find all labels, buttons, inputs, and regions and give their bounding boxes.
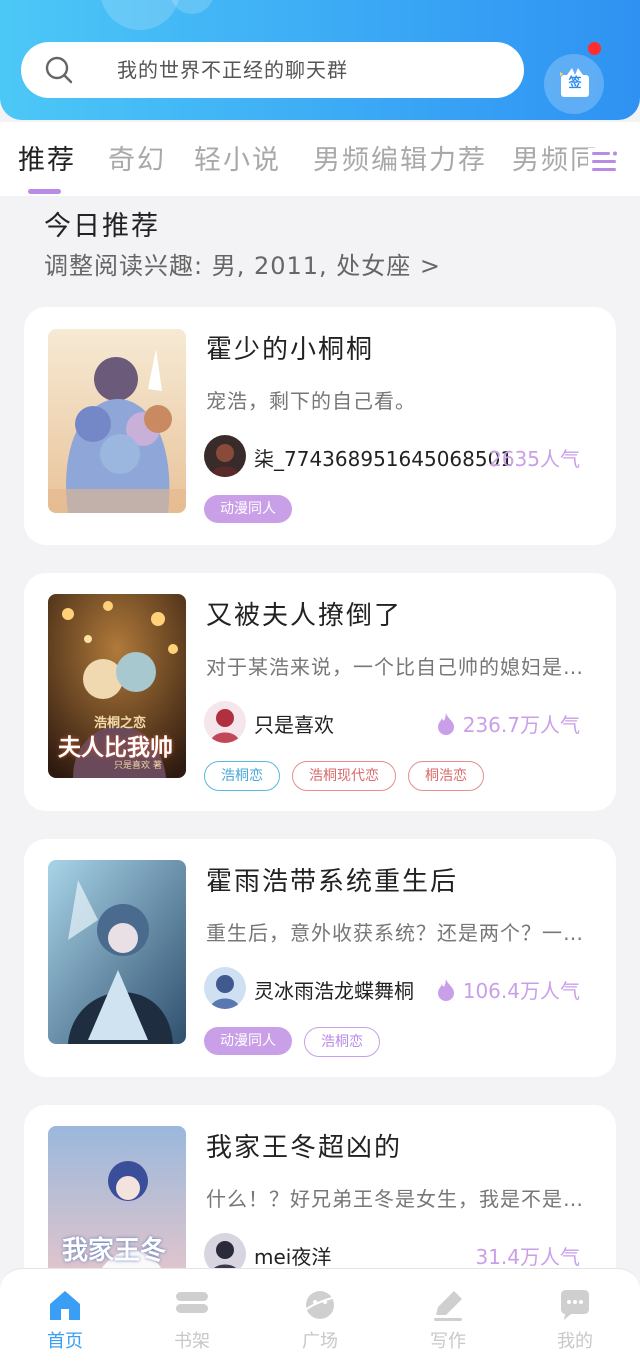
section-title: 今日推荐 xyxy=(44,211,160,242)
cover-title: 夫人比我帅 xyxy=(58,735,173,761)
bookshelf-icon xyxy=(176,1292,208,1313)
nav-write[interactable]: 写作 xyxy=(398,1269,498,1368)
tab-male-fanfic[interactable]: 男频同 xyxy=(512,138,599,177)
signin-label: 签 xyxy=(568,76,582,91)
book-card[interactable]: 我家王冬 我家王冬超凶的 什么！？好兄弟王冬是女生，我是不是… mei夜洋 31… xyxy=(24,1105,616,1285)
tab-recommend[interactable]: 推荐 xyxy=(18,138,76,177)
tag[interactable]: 浩桐现代恋 xyxy=(292,761,396,791)
notification-dot xyxy=(588,42,601,55)
nav-label: 广场 xyxy=(302,1331,338,1352)
popularity-value: 106.4万人气 xyxy=(462,979,580,1003)
author-name: 柒_774368951645068501 xyxy=(254,447,514,471)
menu-icon[interactable] xyxy=(588,146,620,178)
popularity: 2635人气 xyxy=(489,443,580,472)
book-card[interactable]: 浩桐之恋 夫人比我帅 只是喜欢 著 又被夫人撩倒了 对于某浩来说，一个比自己帅的… xyxy=(24,573,616,811)
cover-author: 只是喜欢 著 xyxy=(114,761,162,771)
search-query[interactable]: 我的世界不正经的聊天群 xyxy=(117,42,348,98)
search-icon xyxy=(45,56,73,84)
decor-bubble xyxy=(100,0,180,30)
author-name: 灵冰雨浩龙蝶舞桐 xyxy=(254,979,414,1003)
book-description: 宠浩，剩下的自己看。 xyxy=(206,389,416,413)
tag-list: 动漫同人 xyxy=(204,495,292,523)
book-title[interactable]: 又被夫人撩倒了 xyxy=(206,595,402,632)
nav-me[interactable]: 我的 xyxy=(525,1269,625,1368)
tab-editor-picks[interactable]: 男频编辑力荐 xyxy=(313,138,487,177)
cover-title: 我家王冬 xyxy=(62,1236,167,1266)
tag[interactable]: 浩桐恋 xyxy=(204,761,280,791)
tab-fantasy[interactable]: 奇幻 xyxy=(108,138,166,177)
tag[interactable]: 浩桐恋 xyxy=(304,1027,380,1057)
nav-label: 我的 xyxy=(557,1331,593,1352)
nav-plaza[interactable]: 广场 xyxy=(270,1269,370,1368)
author-avatar xyxy=(204,967,246,1009)
fire-icon xyxy=(437,712,454,735)
interest-settings-link[interactable]: 调整阅读兴趣: 男, 2011, 处女座 > xyxy=(44,246,441,281)
book-cover: 我家王冬 xyxy=(48,1126,186,1285)
author-avatar xyxy=(204,701,246,743)
chat-bubble-icon xyxy=(561,1290,589,1320)
tag[interactable]: 动漫同人 xyxy=(204,1027,292,1055)
book-title[interactable]: 我家王冬超凶的 xyxy=(206,1127,402,1164)
tag-list: 浩桐恋 浩桐现代恋 桐浩恋 xyxy=(204,761,484,791)
top-header: 我的世界不正经的聊天群 签 xyxy=(0,0,640,120)
popularity: 236.7万人气 xyxy=(437,709,580,738)
book-cover: 浩桐之恋 夫人比我帅 只是喜欢 著 xyxy=(48,594,186,778)
author-avatar xyxy=(204,435,246,477)
tag[interactable]: 动漫同人 xyxy=(204,495,292,523)
pen-icon xyxy=(434,1291,462,1321)
book-description: 重生后，意外收获系统？还是两个？一… xyxy=(206,921,584,945)
book-card[interactable]: 霍少的小桐桐 宠浩，剩下的自己看。 柒_774368951645068501 2… xyxy=(24,307,616,545)
book-title[interactable]: 霍雨浩带系统重生后 xyxy=(206,861,458,898)
category-tabs: 推荐 奇幻 轻小说 男频编辑力荐 男频同 xyxy=(0,122,640,196)
home-icon xyxy=(50,1291,80,1320)
nav-label: 首页 xyxy=(47,1331,83,1352)
bottom-nav: 首页 书架 广场 写作 我的 xyxy=(0,1268,640,1368)
author-name: 只是喜欢 xyxy=(254,713,334,737)
nav-label: 写作 xyxy=(430,1331,466,1352)
signin-button[interactable]: 签 xyxy=(544,42,604,114)
planet-icon xyxy=(303,1291,337,1319)
book-cover xyxy=(48,329,186,513)
today-section: 今日推荐 调整阅读兴趣: 男, 2011, 处女座 > xyxy=(0,196,640,280)
popularity-value: 236.7万人气 xyxy=(462,713,580,737)
popularity: 106.4万人气 xyxy=(437,975,580,1004)
book-cover xyxy=(48,860,186,1044)
fire-icon xyxy=(437,978,454,1001)
nav-home[interactable]: 首页 xyxy=(15,1269,115,1368)
author-name: mei夜洋 xyxy=(254,1245,332,1269)
active-tab-indicator xyxy=(28,189,61,194)
popularity-value: 31.4万人气 xyxy=(475,1245,580,1269)
search-bar[interactable]: 我的世界不正经的聊天群 xyxy=(21,42,524,98)
book-card[interactable]: 霍雨浩带系统重生后 重生后，意外收获系统？还是两个？一… 灵冰雨浩龙蝶舞桐 10… xyxy=(24,839,616,1077)
popularity: 31.4万人气 xyxy=(475,1241,580,1270)
book-description: 什么！？好兄弟王冬是女生，我是不是… xyxy=(206,1187,584,1211)
tag-list: 动漫同人 浩桐恋 xyxy=(204,1027,380,1057)
nav-label: 书架 xyxy=(174,1331,210,1352)
book-title[interactable]: 霍少的小桐桐 xyxy=(206,329,374,366)
decor-bubble xyxy=(170,0,214,14)
nav-bookshelf[interactable]: 书架 xyxy=(142,1269,242,1368)
popularity-value: 2635人气 xyxy=(489,447,580,471)
tag[interactable]: 桐浩恋 xyxy=(408,761,484,791)
tab-light-novel[interactable]: 轻小说 xyxy=(194,138,281,177)
book-description: 对于某浩来说，一个比自己帅的媳妇是… xyxy=(206,655,584,679)
